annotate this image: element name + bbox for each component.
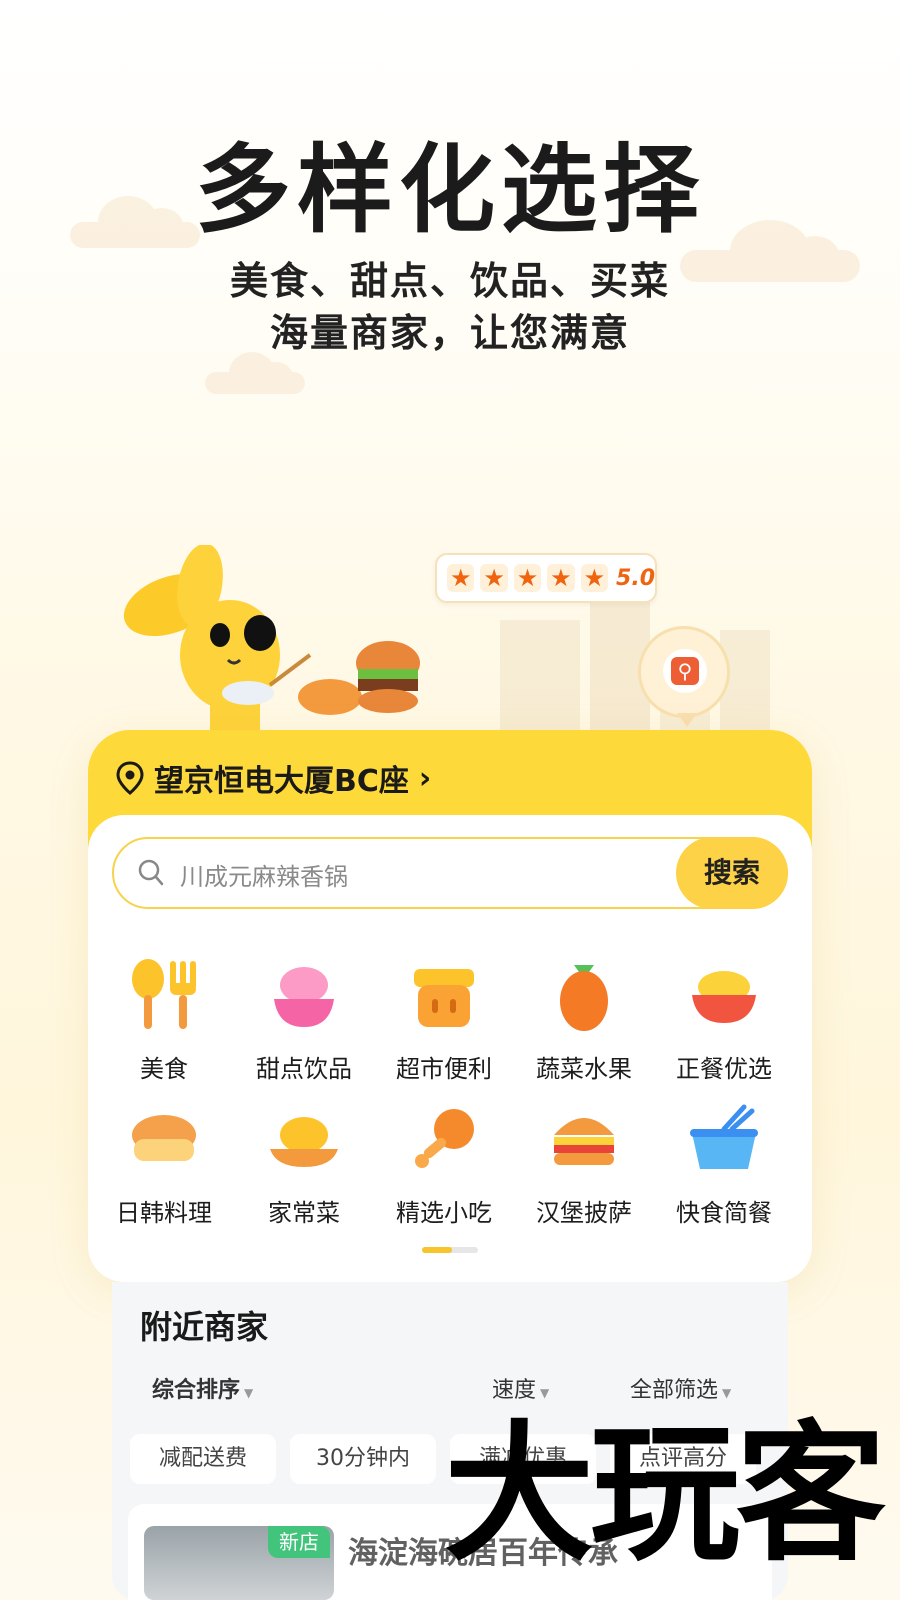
category-label: 快食简餐: [676, 1199, 772, 1227]
page-indicator: [422, 1247, 478, 1253]
sort-speed[interactable]: 速度 ▼: [492, 1372, 549, 1404]
hero-title: 多样化选择: [195, 134, 705, 246]
hero-subtitle-line2: 海量商家，让您满意: [269, 311, 630, 355]
dropdown-arrow-icon: ▼: [540, 1386, 550, 1400]
shopping-basket-icon: [414, 969, 474, 1027]
dropdown-arrow-icon: ▼: [722, 1386, 732, 1400]
category-japanese-korean[interactable]: 日韩料理: [92, 1099, 236, 1228]
star-icon: ★: [547, 564, 575, 592]
search-input[interactable]: 川成元麻辣香锅: [180, 857, 348, 892]
location-selector[interactable]: 望京恒电大厦BC座 ›: [116, 756, 431, 800]
sushi-icon: [132, 1115, 196, 1161]
drumstick-icon: [415, 1109, 474, 1168]
spoon-fork-icon: [132, 959, 196, 1029]
category-label: 家常菜: [268, 1199, 340, 1227]
section-title: 附近商家: [140, 1308, 269, 1346]
map-pin-icon: ⚲: [638, 626, 730, 727]
star-icon: ★: [480, 564, 508, 592]
filter-chip[interactable]: 减配送费: [130, 1434, 276, 1484]
category-supermarket[interactable]: 超市便利: [372, 955, 516, 1084]
search-icon: [138, 859, 164, 886]
category-fast-food[interactable]: 快食简餐: [652, 1099, 796, 1228]
category-label: 日韩料理: [116, 1199, 212, 1227]
sort-comprehensive[interactable]: 综合排序 ▼: [152, 1372, 253, 1404]
category-label: 超市便利: [396, 1055, 492, 1083]
star-icon: ★: [513, 564, 542, 592]
takeout-box-icon: [690, 1104, 758, 1169]
category-meals[interactable]: 正餐优选: [652, 955, 796, 1084]
category-dessert[interactable]: 甜点饮品: [232, 955, 376, 1084]
app-logo-icon: ⚲: [671, 657, 699, 685]
burger-icon: [554, 1118, 614, 1165]
rating-bubble: ★ ★ ★ ★ ★ 5.0: [435, 553, 657, 603]
location-pin-icon: [116, 761, 144, 795]
category-label: 精选小吃: [396, 1199, 492, 1227]
home-card: 望京恒电大厦BC座 › 川成元麻辣香锅 搜索 美食 甜点饮品 超市便利 蔬菜水果…: [88, 730, 812, 1282]
hero-subtitle-line1: 美食、甜点、饮品、买菜: [229, 259, 670, 303]
filter-all[interactable]: 全部筛选 ▼: [630, 1372, 731, 1404]
home-dish-icon: [270, 1117, 338, 1167]
dessert-bowl-icon: [274, 967, 334, 1027]
search-bar[interactable]: 川成元麻辣香锅 搜索: [112, 837, 788, 909]
cloud-decoration: [205, 352, 305, 394]
rice-bowl-icon: [692, 971, 756, 1023]
category-label: 汉堡披萨: [536, 1199, 632, 1227]
category-snacks[interactable]: 精选小吃: [372, 1099, 516, 1228]
search-button[interactable]: 搜索: [676, 837, 788, 909]
category-burger-pizza[interactable]: 汉堡披萨: [512, 1099, 656, 1228]
category-label: 正餐优选: [676, 1055, 772, 1083]
rating-score: 5.0: [616, 565, 656, 591]
category-label: 甜点饮品: [256, 1055, 352, 1083]
category-home-cooking[interactable]: 家常菜: [232, 1099, 376, 1228]
carrot-icon: [560, 965, 608, 1031]
watermark: 大玩客: [444, 1408, 886, 1582]
mascot-illustration: [123, 545, 420, 735]
star-icon: ★: [580, 564, 609, 592]
category-label: 美食: [140, 1055, 188, 1083]
chevron-right-icon: ›: [418, 760, 432, 796]
star-icon: ★: [447, 564, 475, 592]
dropdown-arrow-icon: ▼: [244, 1386, 254, 1400]
card-content: 川成元麻辣香锅 搜索 美食 甜点饮品 超市便利 蔬菜水果 正餐优选 日韩料理 家…: [88, 815, 812, 1282]
new-store-badge: 新店: [268, 1526, 330, 1558]
category-vegetables[interactable]: 蔬菜水果: [512, 955, 656, 1084]
address-text: 望京恒电大厦BC座: [154, 764, 409, 799]
filter-chip[interactable]: 30分钟内: [290, 1434, 436, 1484]
category-label: 蔬菜水果: [536, 1055, 632, 1083]
category-food[interactable]: 美食: [92, 955, 236, 1084]
